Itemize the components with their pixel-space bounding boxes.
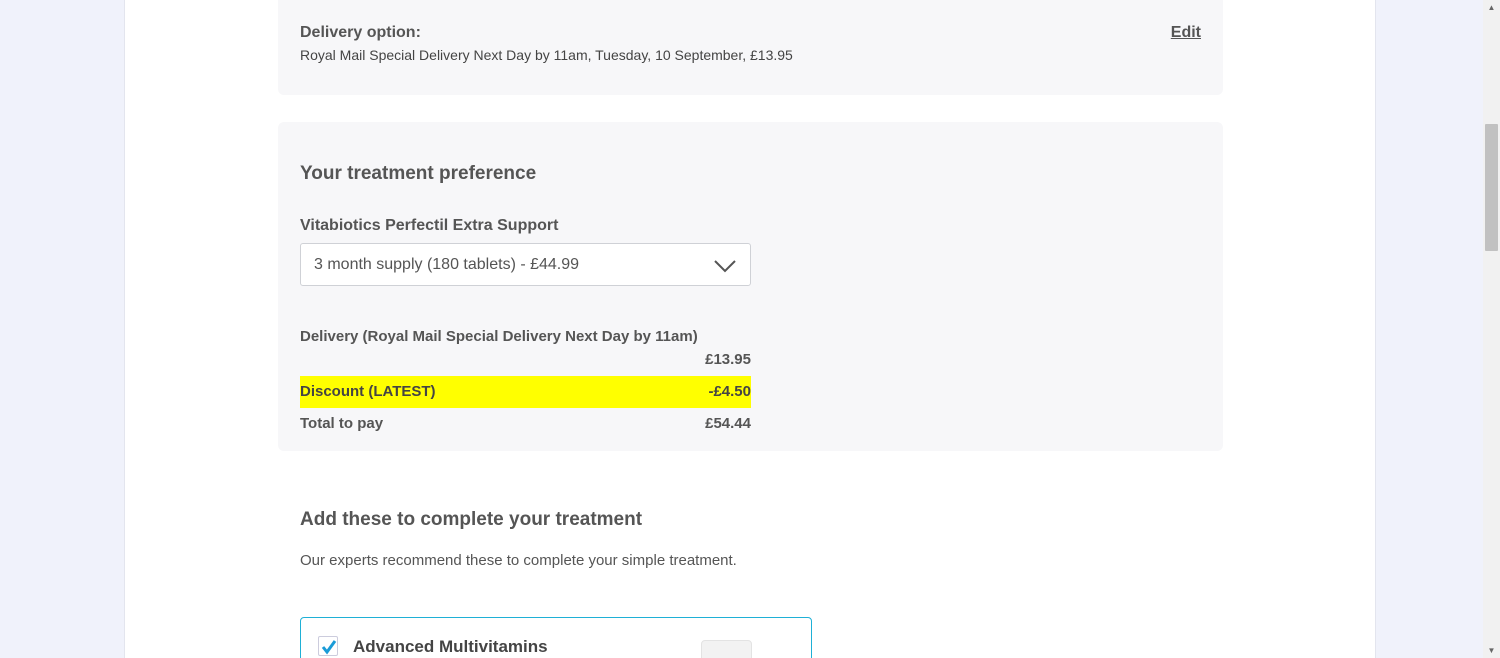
addon-product-image xyxy=(701,640,752,658)
chevron-down-icon xyxy=(714,260,736,273)
product-name: Vitabiotics Perfectil Extra Support xyxy=(300,217,559,234)
total-row: Total to pay £54.44 xyxy=(300,415,751,432)
edit-delivery-link[interactable]: Edit xyxy=(1171,24,1201,42)
addon-name: Advanced Multivitamins xyxy=(353,637,548,656)
scroll-down-arrow-icon[interactable]: ▼ xyxy=(1487,646,1496,655)
delivery-option-value: Royal Mail Special Delivery Next Day by … xyxy=(300,47,793,63)
addons-subtitle: Our experts recommend these to complete … xyxy=(300,552,737,569)
addons-title: Add these to complete your treatment xyxy=(300,509,643,530)
delivery-cost-value: £13.95 xyxy=(705,351,751,368)
supply-select[interactable]: 3 month supply (180 tablets) - £44.99 xyxy=(300,243,751,286)
checkmark-icon xyxy=(321,640,337,655)
total-label: Total to pay xyxy=(300,415,384,432)
treatment-preference-panel: Your treatment preference Vitabiotics Pe… xyxy=(278,122,1223,451)
scroll-up-arrow-icon[interactable]: ▲ xyxy=(1487,3,1496,12)
supply-select-value: 3 month supply (180 tablets) - £44.99 xyxy=(314,256,580,273)
vertical-scrollbar[interactable]: ▲ ▼ xyxy=(1483,0,1500,658)
addon-card[interactable]: Advanced Multivitamins xyxy=(300,617,812,658)
delivery-cost-row: Delivery (Royal Mail Special Delivery Ne… xyxy=(300,328,751,345)
delivery-option-panel: Delivery option: Royal Mail Special Deli… xyxy=(278,0,1223,95)
discount-value: -£4.50 xyxy=(708,383,751,400)
delivery-cost-label: Delivery (Royal Mail Special Delivery Ne… xyxy=(300,328,698,345)
addon-checkbox[interactable] xyxy=(318,636,338,656)
discount-row: Discount (LATEST) -£4.50 xyxy=(300,376,751,408)
scrollbar-thumb[interactable] xyxy=(1485,124,1498,251)
checkout-page: Delivery option: Royal Mail Special Deli… xyxy=(124,0,1376,658)
total-value: £54.44 xyxy=(705,415,751,432)
treatment-title: Your treatment preference xyxy=(300,163,537,184)
delivery-option-label: Delivery option: xyxy=(300,24,421,41)
discount-label: Discount (LATEST) xyxy=(300,383,436,400)
